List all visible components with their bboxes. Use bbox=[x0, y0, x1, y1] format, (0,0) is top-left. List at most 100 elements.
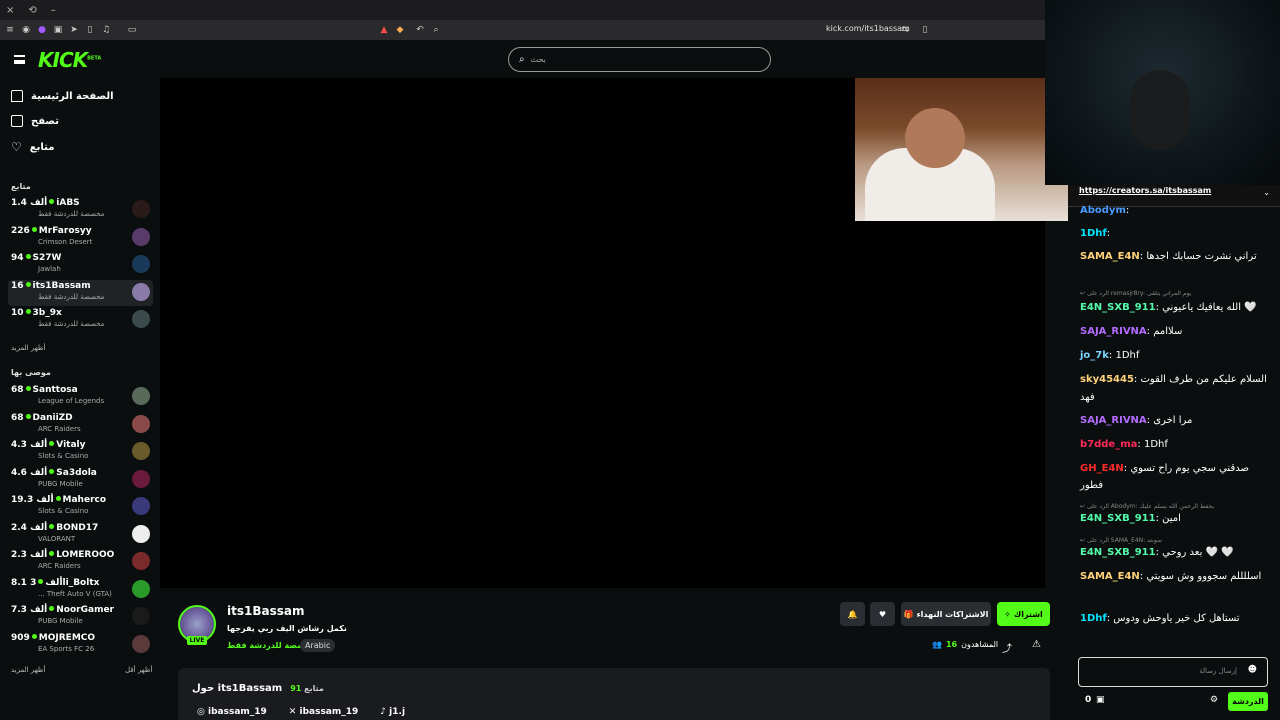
chat-username[interactable]: Abodym bbox=[1080, 205, 1126, 216]
sidebar-channel-item[interactable]: 8.1 ألف3li_Boltx... Theft Auto V (GTA) bbox=[8, 577, 153, 603]
chat-username[interactable]: E4N_SXB_911 bbox=[1080, 513, 1156, 524]
points-counter[interactable]: 0 bbox=[1085, 695, 1091, 705]
chat-text: الله يعافيك ياعيوني 🤍 bbox=[1162, 302, 1257, 313]
viewer-count: 909 bbox=[11, 632, 30, 643]
channel-name: MrFarosyy bbox=[38, 225, 92, 236]
heart-icon: ♥ bbox=[878, 609, 887, 619]
channel-name: Vitaly bbox=[56, 440, 86, 450]
instagram-link[interactable]: ◎ ibassam_19 bbox=[197, 707, 267, 717]
chat-username[interactable]: sky45445 bbox=[1080, 374, 1134, 385]
chat-text: السلام عليكم من طرف القوت bbox=[1140, 374, 1267, 385]
restore-window-button[interactable]: ⟲ bbox=[28, 5, 36, 16]
extension-icon[interactable]: ● bbox=[36, 24, 48, 36]
chat-username[interactable]: E4N_SXB_911 bbox=[1080, 302, 1156, 313]
chat-username[interactable]: 1Dhf bbox=[1080, 613, 1107, 624]
show-less-link[interactable]: أظهر أقل bbox=[125, 666, 152, 674]
chat-username[interactable]: SAMA_E4N bbox=[1080, 571, 1140, 582]
screenshot-icon[interactable]: ▭ bbox=[126, 24, 138, 36]
sidebar-channel-item[interactable]: 16 its1Bassam مخصصة للدردشة فقط bbox=[8, 279, 153, 306]
follow-heart-button[interactable]: ♥ bbox=[870, 602, 895, 626]
undo-icon[interactable]: ↶ bbox=[414, 24, 426, 36]
chat-username[interactable]: 1Dhf bbox=[1080, 228, 1107, 239]
gift-subs-button[interactable]: 🎁 الاشتراكات النهداء bbox=[901, 602, 991, 626]
live-dot-icon bbox=[25, 386, 31, 391]
chat-username[interactable]: E4N_SXB_911 bbox=[1080, 547, 1156, 558]
chat-username[interactable]: b7dde_ma bbox=[1080, 439, 1137, 450]
gift-icon: 🎁 bbox=[903, 609, 914, 619]
chat-username[interactable]: SAJA_RIVNA bbox=[1080, 326, 1147, 337]
shield-icon[interactable]: ◉ bbox=[20, 24, 32, 36]
chat-message-continued: فهد bbox=[1080, 392, 1095, 403]
chat-text: بعد روحي 🤍 🤍 bbox=[1162, 547, 1234, 558]
chat-message: jo_7k: 1Dhf bbox=[1080, 350, 1140, 361]
brave-icon[interactable]: ▲ bbox=[378, 24, 390, 36]
sidebar-channel-item[interactable]: 94 S27W Jawlah bbox=[8, 252, 153, 278]
chat-message: GH_E4N: صدقني سجي يوم راح تسوي bbox=[1080, 463, 1249, 474]
sidebar-channel-item[interactable]: 909 MOJREMCO EA Sports FC 26 bbox=[8, 632, 153, 658]
emoji-icon[interactable]: ☻ bbox=[1248, 665, 1257, 675]
nav-following[interactable]: ♡ متابع bbox=[11, 140, 54, 154]
show-more-following-link[interactable]: أظهر المزيد bbox=[11, 344, 45, 352]
channel-category: مخصصة للدردشة فقط bbox=[38, 320, 105, 328]
nav-home[interactable]: الصفحة الرئيسية bbox=[11, 90, 114, 102]
sidebar-channel-item[interactable]: 10 3b_9x مخصصة للدردشة فقط bbox=[8, 307, 153, 333]
settings-icon[interactable]: ⚙ bbox=[1210, 695, 1218, 705]
streamer-name[interactable]: its1Bassam bbox=[227, 604, 304, 618]
sidebar-channel-item[interactable]: 2.3 ألف LOMEROOO ARC Raiders bbox=[8, 549, 153, 575]
sidebar-icon[interactable]: ▯ bbox=[84, 24, 96, 36]
channel-avatar bbox=[132, 497, 150, 515]
notification-bell-button[interactable]: 🔔 bbox=[840, 602, 865, 626]
live-dot-icon bbox=[49, 606, 55, 611]
close-window-button[interactable]: × bbox=[6, 5, 14, 16]
send-chat-button[interactable]: الدردشة bbox=[1228, 692, 1268, 711]
channel-category: ... Theft Auto V (GTA) bbox=[38, 589, 112, 598]
nav-browse[interactable]: تصفح bbox=[11, 115, 59, 127]
search-input[interactable]: ⌕ بحث bbox=[508, 47, 771, 72]
chat-username[interactable]: SAMA_E4N bbox=[1080, 251, 1140, 262]
chat-input[interactable]: إرسال رسالة ☻ bbox=[1078, 657, 1268, 687]
hamburger-menu-icon[interactable] bbox=[14, 55, 25, 64]
channel-name: Sa3dola bbox=[56, 467, 97, 478]
live-dot-icon bbox=[31, 226, 37, 232]
pinned-message[interactable]: https://creators.sa/itsbassam ⌄ bbox=[1068, 185, 1280, 207]
translate-icon[interactable]: ⇆ bbox=[899, 24, 911, 36]
share-icon[interactable]: ⤴ bbox=[1002, 640, 1012, 655]
sidebar-channel-item[interactable]: 2.4 ألف BOND17 VALORANT bbox=[8, 522, 153, 548]
send-icon[interactable]: ➤ bbox=[68, 24, 80, 36]
points-icon[interactable]: ▣ bbox=[1096, 695, 1105, 705]
subscribe-button[interactable]: ✧ اشتراك bbox=[997, 602, 1050, 626]
search-icon[interactable]: ⌕ bbox=[430, 24, 442, 36]
sidebar-channel-item[interactable]: 68 Santtosa League of Legends bbox=[8, 384, 153, 410]
rewards-icon[interactable]: ◆ bbox=[394, 24, 406, 36]
music-icon[interactable]: ♫ bbox=[100, 24, 112, 36]
tabs-icon[interactable]: ▣ bbox=[52, 24, 64, 36]
address-bar[interactable]: kick.com/its1bassam bbox=[826, 24, 910, 33]
chat-username[interactable]: jo_7k bbox=[1080, 350, 1109, 361]
stream-title: نكمل رشاش اليف ربي يفرجها bbox=[227, 624, 347, 633]
chevron-down-icon[interactable]: ⌄ bbox=[1263, 188, 1270, 197]
sidebar-channel-item[interactable]: 68 DaniiZD ARC Raiders bbox=[8, 412, 153, 438]
x-link[interactable]: ✕ ibassam_19 bbox=[289, 707, 358, 717]
chat-username[interactable]: GH_E4N bbox=[1080, 463, 1124, 474]
bell-icon: 🔔 bbox=[847, 609, 858, 619]
language-tag[interactable]: Arabic bbox=[300, 639, 336, 652]
chat-username[interactable]: SAJA_RIVNA bbox=[1080, 415, 1147, 426]
viewer-count: 68 bbox=[11, 412, 24, 423]
show-more-recommended-link[interactable]: أظهر المزيد bbox=[11, 666, 45, 674]
chat-message: E4N_SXB_911: الله يعافيك ياعيوني 🤍 bbox=[1080, 302, 1257, 313]
kick-logo[interactable]: KICKBETA bbox=[38, 48, 101, 72]
browse-icon bbox=[11, 115, 23, 127]
report-icon[interactable]: ⚠ bbox=[1032, 639, 1041, 650]
sidebar-channel-item[interactable]: 7.3 ألف NoorGamer PUBG Mobile bbox=[8, 604, 153, 630]
minimize-window-button[interactable]: – bbox=[51, 5, 56, 16]
sidebar-channel-item[interactable]: 226 MrFarosyy Crimson Desert bbox=[8, 225, 153, 251]
sidebar-channel-item[interactable]: 4.3 ألف Vitaly Slots & Casino bbox=[8, 439, 153, 465]
sidebar-channel-item[interactable]: 1.4 ألف iABS مخصصة للدردشة فقط bbox=[8, 197, 153, 223]
bookmark-icon[interactable]: ▯ bbox=[919, 24, 931, 36]
sidebar-channel-item[interactable]: 4.6 ألف Sa3dola PUBG Mobile bbox=[8, 467, 153, 493]
sidebar-channel-item[interactable]: 19.3 ألف Maherco Slots & Casino bbox=[8, 494, 153, 520]
tiktok-link[interactable]: ♪ j1.j bbox=[380, 707, 405, 717]
live-dot-icon bbox=[38, 578, 44, 584]
channel-avatar bbox=[132, 255, 150, 273]
menu-icon[interactable]: ≡ bbox=[4, 24, 16, 36]
